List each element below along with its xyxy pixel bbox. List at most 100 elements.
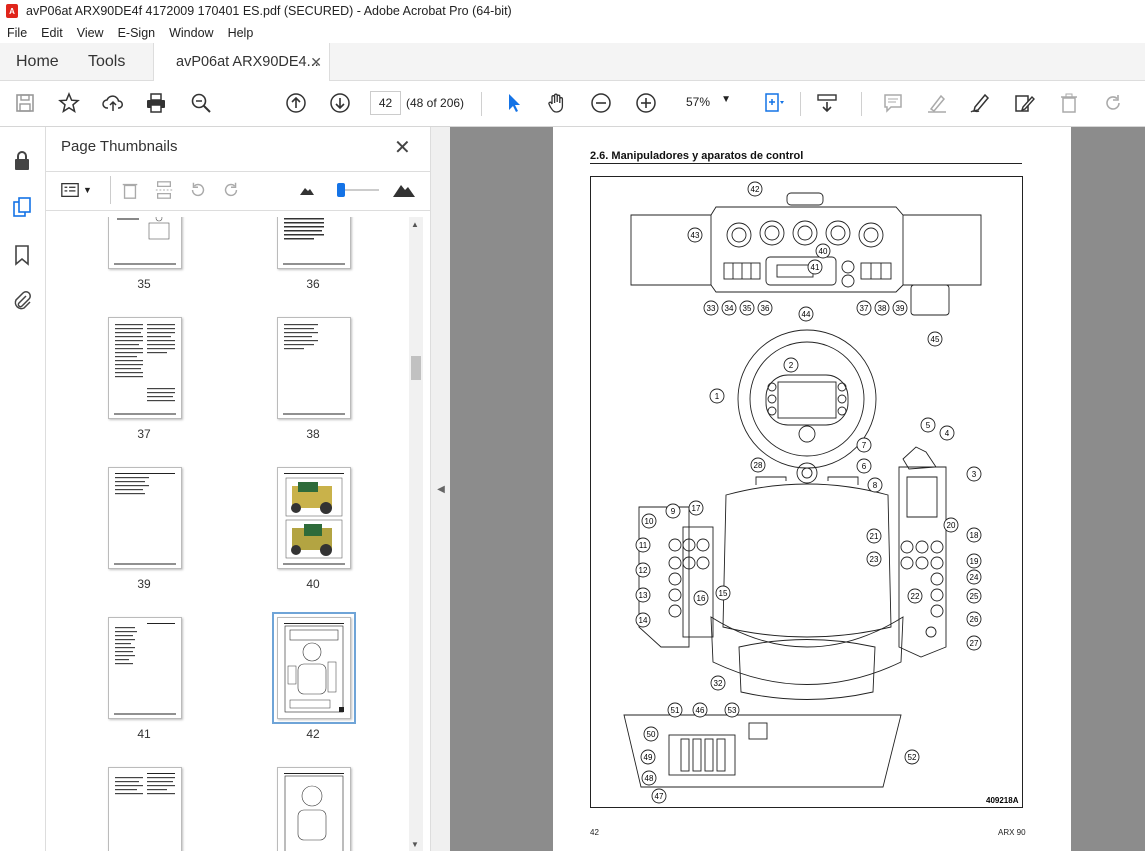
callout-label: 45: [931, 335, 940, 344]
thumbnail-label: 37: [137, 427, 151, 441]
edit-document-icon[interactable]: [1011, 90, 1037, 116]
menu-window[interactable]: Window: [162, 26, 220, 40]
close-panel-icon[interactable]: ✕: [394, 135, 411, 160]
slider-handle[interactable]: [337, 183, 345, 197]
callout-13: 13: [635, 587, 651, 603]
menu-file[interactable]: File: [0, 26, 34, 40]
callout-39: 39: [892, 300, 908, 316]
menu-edit[interactable]: Edit: [34, 26, 70, 40]
tab-tools[interactable]: Tools: [88, 43, 125, 80]
thumbnail-options-button[interactable]: ▼: [60, 180, 94, 200]
thumbnail-size-slider[interactable]: [337, 183, 379, 197]
callout-label: 11: [639, 541, 648, 550]
scroll-mode-icon[interactable]: [814, 90, 840, 116]
callout-22: 22: [907, 588, 923, 604]
lock-icon[interactable]: [10, 149, 34, 173]
callout-label: 14: [639, 616, 648, 625]
callout-25: 25: [966, 588, 982, 604]
thumbnail-list: 35 36 37 38 39 40 41 42: [46, 217, 411, 851]
scroll-down-icon[interactable]: ▼: [411, 840, 419, 849]
page-number-input[interactable]: 42: [370, 91, 401, 115]
rotate-icon[interactable]: [1100, 90, 1126, 116]
tab-document[interactable]: avP06at ARX90DE4... ✕: [153, 43, 330, 81]
comment-icon[interactable]: [880, 90, 906, 116]
zoom-search-icon[interactable]: [188, 90, 214, 116]
callout-label: 6: [862, 462, 867, 471]
callout-14: 14: [635, 612, 651, 628]
page-thumbnail[interactable]: [277, 317, 351, 419]
highlight-pen-icon[interactable]: [924, 90, 950, 116]
callout-17: 17: [688, 500, 704, 516]
callout-27: 27: [966, 635, 982, 651]
draw-sign-icon[interactable]: [967, 90, 993, 116]
rotate-left-icon[interactable]: [188, 180, 208, 200]
chevron-down-icon: ▼: [83, 185, 92, 195]
page-thumbnail[interactable]: [108, 767, 182, 851]
collapse-panel-handle[interactable]: ◀: [430, 127, 451, 851]
callout-label: 7: [862, 441, 867, 450]
close-tab-icon[interactable]: ✕: [310, 54, 322, 71]
next-page-icon[interactable]: [327, 90, 353, 116]
callout-label: 21: [870, 532, 879, 541]
thumbnail-scrollbar[interactable]: ▲ ▼: [409, 217, 423, 851]
scroll-up-icon[interactable]: ▲: [411, 220, 419, 229]
star-icon[interactable]: [56, 90, 82, 116]
callout-label: 39: [896, 304, 905, 313]
zoom-out-icon[interactable]: [588, 90, 614, 116]
callout-label: 47: [655, 792, 664, 801]
tab-home[interactable]: Home: [16, 43, 59, 80]
callout-50: 50: [643, 726, 659, 742]
delete-icon[interactable]: [1056, 90, 1082, 116]
callout-label: 51: [671, 706, 680, 715]
callout-48: 48: [641, 770, 657, 786]
page-thumbnail-selected[interactable]: [272, 612, 356, 724]
page-thumbnail[interactable]: [108, 467, 182, 569]
callout-label: 34: [725, 304, 734, 313]
menu-esign[interactable]: E-Sign: [111, 26, 163, 40]
save-icon[interactable]: [12, 90, 38, 116]
toolbar-divider: [861, 92, 862, 116]
bookmark-icon[interactable]: [10, 243, 34, 267]
callout-7: 7: [856, 437, 872, 453]
callout-label: 2: [789, 361, 794, 370]
rotate-right-icon[interactable]: [221, 180, 241, 200]
callout-label: 50: [647, 730, 656, 739]
callout-label: 12: [639, 566, 648, 575]
callout-label: 22: [911, 592, 920, 601]
callout-38: 38: [874, 300, 890, 316]
callout-52: 52: [904, 749, 920, 765]
callout-20: 20: [943, 517, 959, 533]
select-cursor-icon[interactable]: [501, 90, 527, 116]
page-thumbnail[interactable]: [277, 217, 351, 269]
previous-page-icon[interactable]: [283, 90, 309, 116]
callout-label: 28: [754, 461, 763, 470]
control-layout-figure: 1 2 3 4 5 6 7 8 9 10 11 12 13 14 15 16 17 18 19 20 21 22 23 24 2…: [590, 176, 1023, 808]
callout-53: 53: [724, 702, 740, 718]
upload-cloud-icon[interactable]: [100, 90, 126, 116]
callout-label: 27: [970, 639, 979, 648]
menu-view[interactable]: View: [70, 26, 111, 40]
delete-page-icon[interactable]: [120, 180, 140, 200]
zoom-in-icon[interactable]: [633, 90, 659, 116]
page-thumbnail[interactable]: [108, 617, 182, 719]
menu-help[interactable]: Help: [221, 26, 261, 40]
extract-pages-icon[interactable]: [154, 180, 174, 200]
callout-18: 18: [966, 527, 982, 543]
fit-page-icon[interactable]: [760, 90, 786, 116]
callout-32: 32: [710, 675, 726, 691]
callout-label: 53: [728, 706, 737, 715]
page-thumbnail[interactable]: [108, 217, 182, 269]
page-thumbnail[interactable]: [108, 317, 182, 419]
page-thumbnail[interactable]: [277, 467, 351, 569]
callout-23: 23: [866, 551, 882, 567]
page-thumbnails-icon[interactable]: [10, 195, 34, 219]
page-thumbnail[interactable]: [277, 767, 351, 851]
scrollbar-thumb[interactable]: [411, 356, 421, 380]
small-mountain-icon[interactable]: [300, 185, 314, 195]
large-mountain-icon[interactable]: [393, 181, 415, 197]
callout-label: 26: [970, 615, 979, 624]
print-icon[interactable]: [143, 90, 169, 116]
hand-tool-icon[interactable]: [544, 90, 570, 116]
attachment-icon[interactable]: [10, 288, 34, 312]
zoom-level-dropdown[interactable]: 57% ▼: [677, 91, 737, 113]
